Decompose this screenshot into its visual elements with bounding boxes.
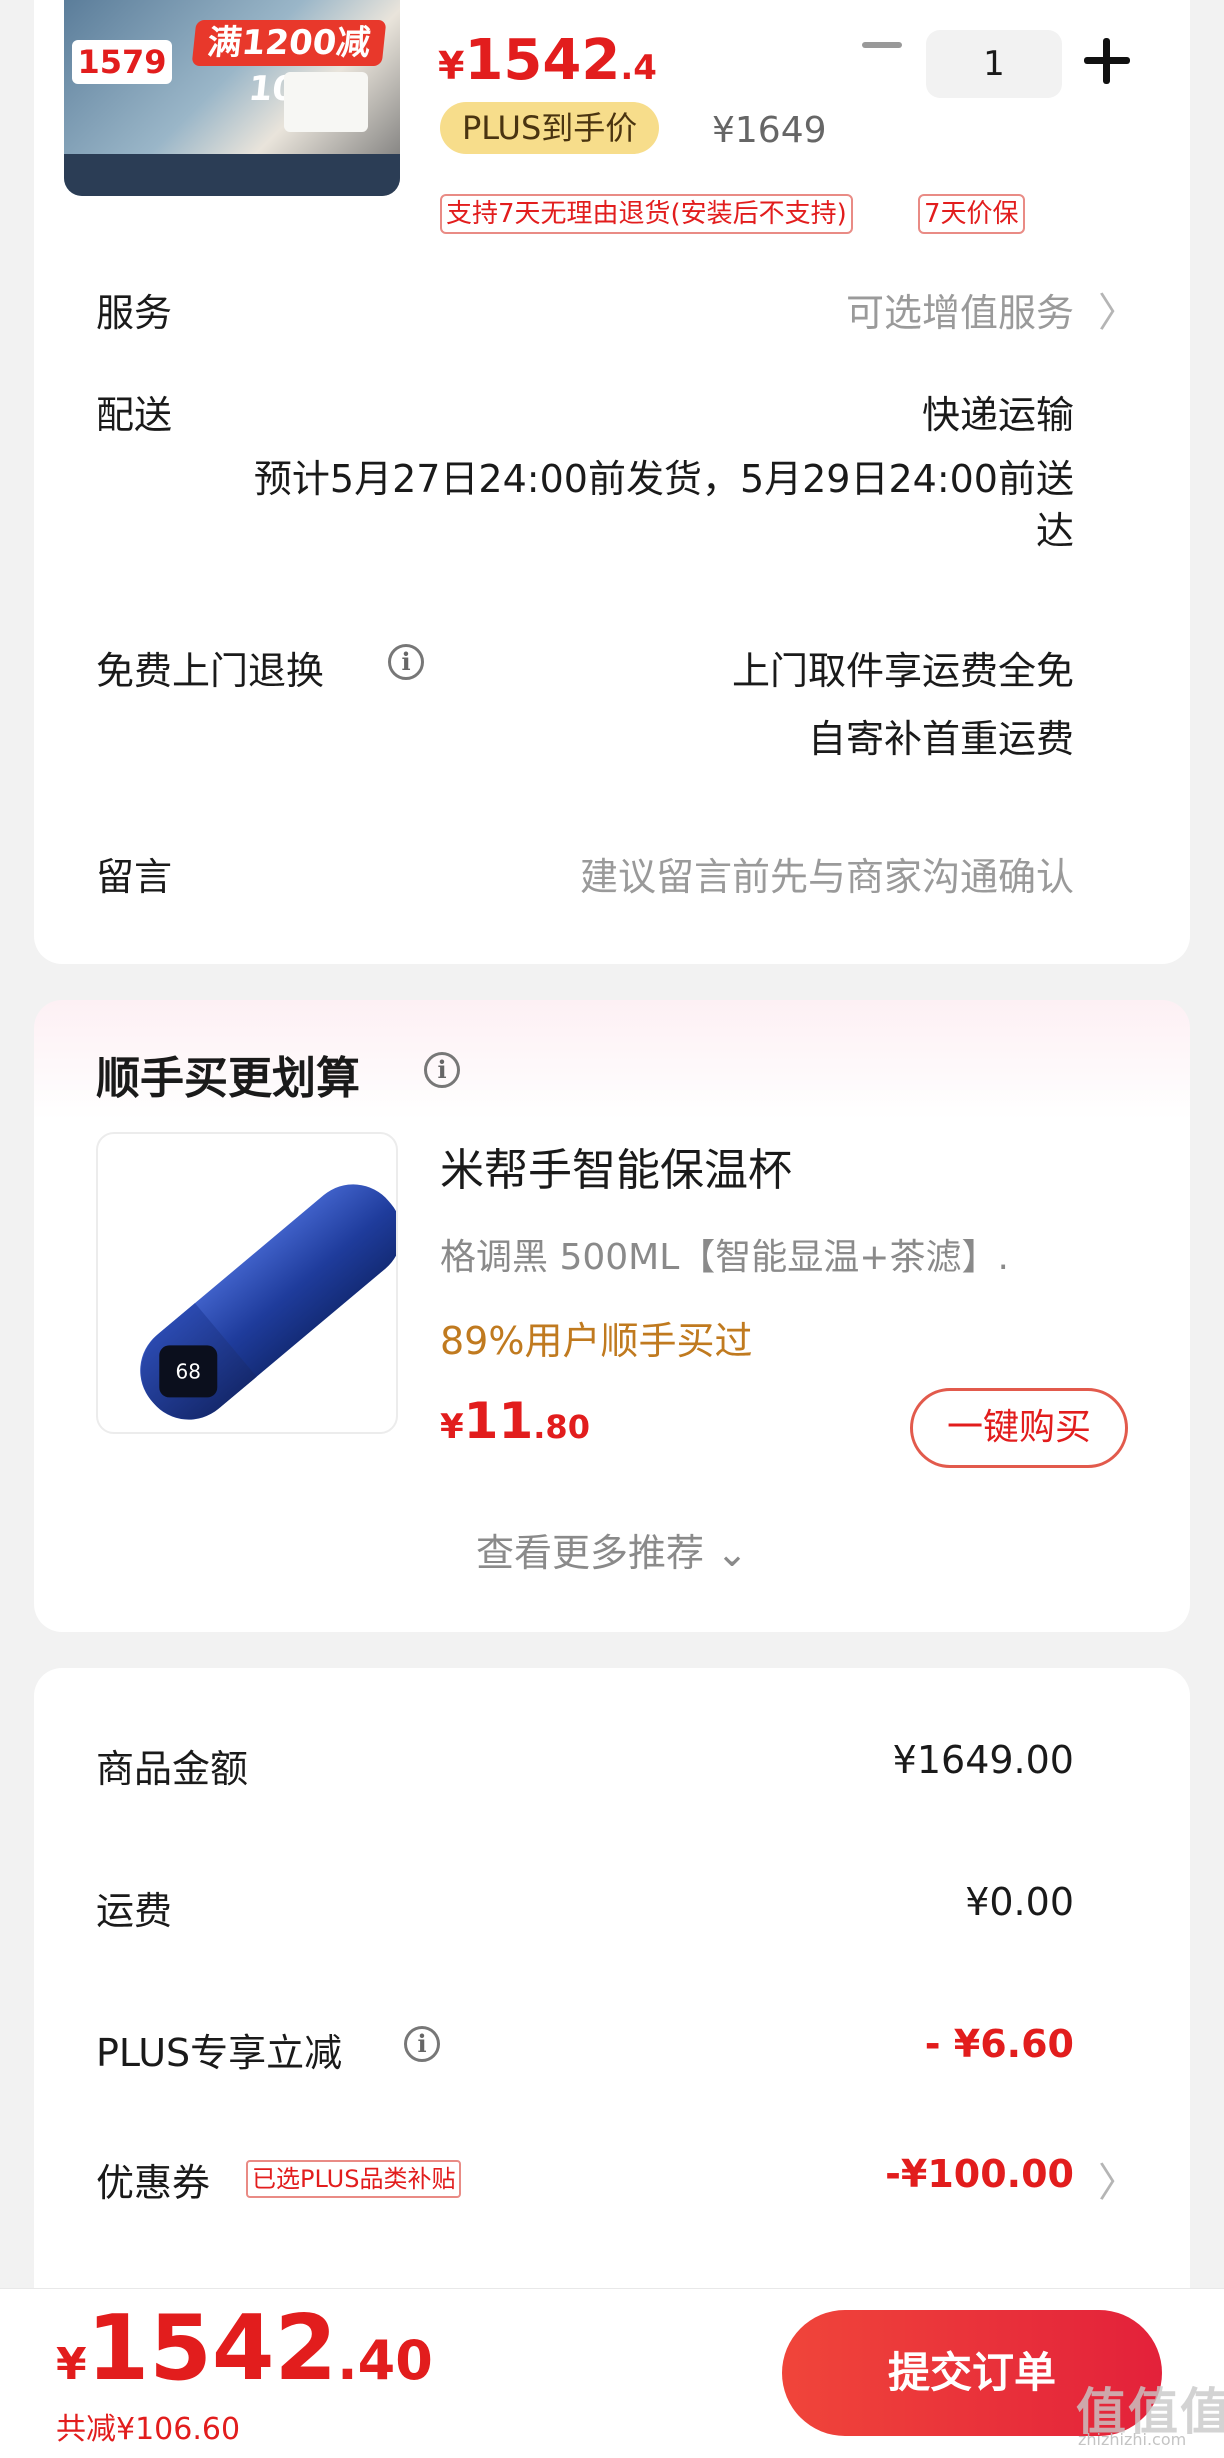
thumbnail-deal-banner: 满1200减100 <box>191 20 387 109</box>
service-value[interactable]: 可选增值服务 <box>846 282 1074 337</box>
quantity-minus-button[interactable] <box>862 42 902 48</box>
recommend-item-image[interactable]: 68 <box>96 1132 398 1434</box>
plus-discount-value: - ¥6.60 <box>924 2022 1074 2066</box>
quantity-plus-button[interactable] <box>1084 38 1130 84</box>
coupon-tag: 已选PLUS品类补贴 <box>246 2160 462 2198</box>
rec-price-integer: 11 <box>463 1392 534 1450</box>
watermark-url: zhizhizhi.com <box>1078 2430 1187 2449</box>
message-input[interactable]: 建议留言前先与商家沟通确认 <box>580 846 1074 901</box>
recommend-item-price: ¥11.80 <box>440 1392 590 1450</box>
goods-amount-value: ¥1649.00 <box>892 1738 1074 1782</box>
recommend-bought-rate: 89%用户顺手买过 <box>440 1319 753 1363</box>
service-chevron-icon[interactable]: 〉 <box>1098 280 1138 338</box>
total-decimal: .40 <box>337 2329 433 2392</box>
rec-price-currency: ¥ <box>440 1407 464 1447</box>
thumbnail-stripe <box>64 154 400 196</box>
one-click-buy-button[interactable]: 一键购买 <box>910 1388 1128 1468</box>
free-return-label: 免费上门退换 <box>96 649 325 693</box>
total-saved: 共减¥106.60 <box>56 2412 241 2447</box>
bottle-temperature-display: 68 <box>159 1345 218 1398</box>
recommend-info-icon[interactable]: i <box>424 1052 460 1088</box>
delivery-eta: 预计5月27日24:00前发货，5月29日24:00前送 <box>253 457 1074 501</box>
shipping-value: ¥0.00 <box>965 1880 1074 1924</box>
info-icon[interactable]: i <box>388 644 424 680</box>
recommend-title: 顺手买更划算 <box>96 1053 360 1104</box>
return-policy-tag: 支持7天无理由退货(安装后不支持) <box>440 194 853 234</box>
coupon-chevron-icon[interactable]: 〉 <box>1098 2150 1138 2208</box>
recommend-item-name[interactable]: 米帮手智能保温杯 <box>440 1134 792 1198</box>
original-price: ¥1649 <box>712 110 827 151</box>
free-return-line2: 自寄补首重运费 <box>807 717 1074 761</box>
price-integer: 1542 <box>464 28 621 93</box>
total-price: ¥1542.40 <box>56 2296 433 2401</box>
coupon-label: 优惠券 <box>96 2161 211 2205</box>
free-return-line1: 上门取件享运费全免 <box>731 649 1074 693</box>
coupon-value[interactable]: -¥100.00 <box>885 2152 1074 2196</box>
price-currency: ¥ <box>438 44 465 88</box>
product-thumbnail[interactable]: 1579 满1200减100 <box>64 0 400 196</box>
price-decimal: .4 <box>620 48 657 88</box>
shipping-label: 运费 <box>96 1889 173 1933</box>
product-price: ¥1542.4 <box>438 28 657 93</box>
plus-price-badge: PLUS到手价 <box>440 102 660 154</box>
delivery-method[interactable]: 快递运输 <box>922 384 1074 439</box>
message-label: 留言 <box>96 855 173 899</box>
thumbnail-device-image <box>284 72 368 132</box>
bottle-image: 68 <box>121 1165 396 1432</box>
more-recommendations-link[interactable]: 查看更多推荐 ⌄ <box>0 1522 1224 1577</box>
quantity-input[interactable]: 1 <box>926 30 1062 98</box>
goods-amount-label: 商品金额 <box>96 1747 249 1791</box>
delivery-label: 配送 <box>96 393 173 437</box>
total-currency: ¥ <box>56 2339 87 2390</box>
plus-info-icon[interactable]: i <box>404 2026 440 2062</box>
total-integer: 1542 <box>86 2296 338 2401</box>
plus-discount-label: PLUS专享立减 <box>96 2031 343 2075</box>
delivery-eta-cont: 达 <box>1035 509 1074 553</box>
rec-price-decimal: .80 <box>533 1408 590 1446</box>
service-label: 服务 <box>96 291 173 335</box>
thumbnail-price-badge: 1579 <box>72 40 172 84</box>
price-protection-tag: 7天价保 <box>918 194 1025 234</box>
recommend-item-spec[interactable]: 格调黑 500ML【智能显温+茶滤】. <box>440 1228 1009 1280</box>
